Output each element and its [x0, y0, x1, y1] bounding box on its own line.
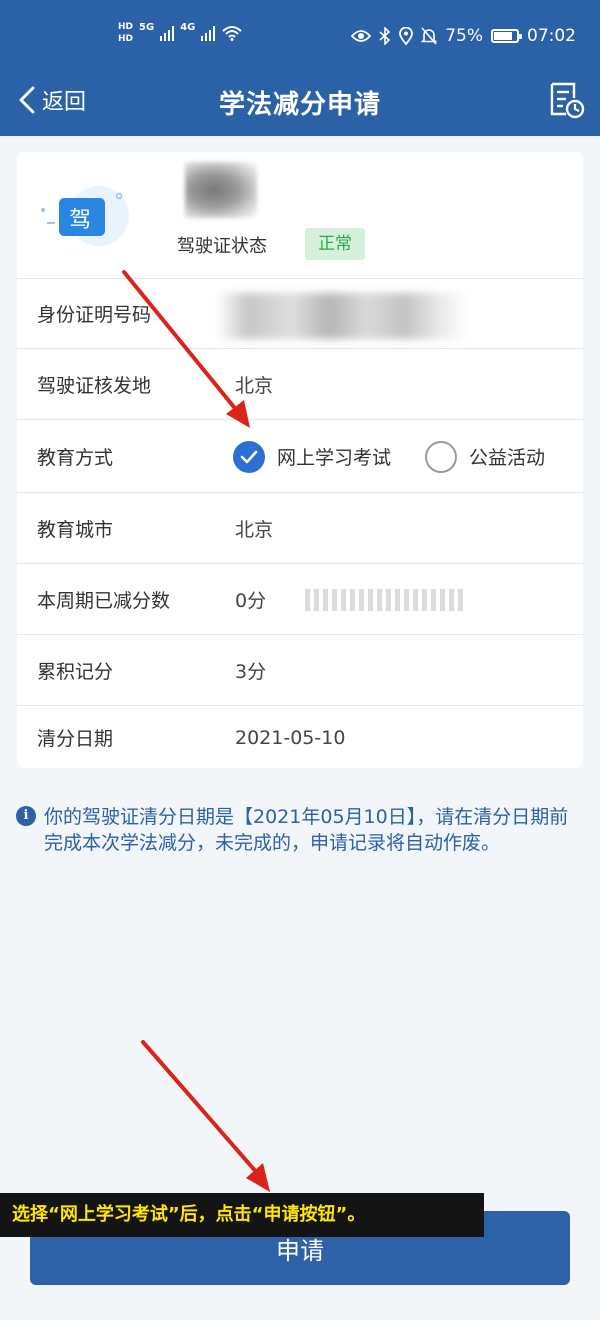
signal-indicators: HD HD 5G 4G [118, 22, 243, 44]
hd-indicator: HD HD [118, 22, 133, 44]
education-city-value: 北京 [235, 519, 274, 541]
radio-empty-icon [425, 440, 457, 473]
signal-bars-icon-2 [201, 25, 216, 41]
license-info-card: 驾 驾驶证状态 正常 身份证明号码 驾驶证核发地 北京 教育方式 网上学习考试 … [17, 152, 583, 768]
notice-text: 你的驾驶证清分日期是【2021年05月10日】，请在清分日期前完成本次学法减分，… [44, 806, 569, 854]
tutorial-caption: 选择“网上学习考试”后，点击“申请按钮”。 [0, 1193, 484, 1237]
row-period-deducted: 本周期已减分数 0分 [17, 565, 583, 635]
clock: 07:02 [527, 26, 576, 46]
period-deducted-value: 0分 [235, 590, 267, 612]
license-status-label: 驾驶证状态 [177, 236, 267, 257]
online-study-label: 网上学习考试 [277, 447, 392, 469]
license-icon-char: 驾 [69, 208, 92, 233]
driver-license-icon: 驾 [37, 182, 147, 254]
page-title: 学法减分申请 [218, 90, 381, 120]
total-points-value: 3分 [235, 661, 267, 683]
info-icon: i [16, 806, 36, 826]
bluetooth-icon [379, 27, 391, 45]
wifi-icon [222, 26, 243, 41]
education-city-label: 教育城市 [37, 519, 114, 541]
eye-icon [351, 30, 372, 42]
redacted-id-number [217, 293, 467, 339]
battery-icon [491, 29, 522, 43]
status-bar: HD HD 5G 4G 75% 07:02 [0, 0, 600, 72]
redacted-strip [305, 589, 467, 611]
system-indicators: 75% 07:02 [351, 26, 576, 46]
notice: i 你的驾驶证清分日期是【2021年05月10日】，请在清分日期前完成本次学法减… [16, 804, 586, 856]
status-badge: 正常 [305, 228, 365, 260]
radio-online-study[interactable]: 网上学习考试 [233, 440, 392, 473]
issue-place-label: 驾驶证核发地 [37, 375, 152, 397]
issue-place-value: 北京 [235, 375, 274, 397]
hd-top-text: HD [118, 22, 134, 32]
arrow-to-apply-button [141, 1040, 270, 1192]
row-clear-date: 清分日期 2021-05-10 [17, 707, 583, 768]
location-icon [399, 27, 414, 45]
row-issue-place: 驾驶证核发地 北京 [17, 350, 583, 420]
license-header: 驾 驾驶证状态 正常 [17, 152, 583, 279]
battery-fill [494, 32, 512, 40]
period-deducted-label: 本周期已减分数 [37, 590, 171, 612]
clear-date-label: 清分日期 [37, 728, 114, 750]
clear-date-value: 2021-05-10 [235, 726, 346, 749]
total-points-label: 累积记分 [37, 661, 114, 683]
redacted-name [185, 162, 257, 218]
signal-bars-icon [160, 25, 175, 41]
row-education-city: 教育城市 北京 [17, 494, 583, 564]
network-5g-label: 5G [139, 22, 155, 33]
radio-public-activity[interactable]: 公益活动 [425, 440, 546, 473]
battery-percent: 75% [445, 26, 483, 46]
id-number-label: 身份证明号码 [37, 304, 152, 326]
public-activity-label: 公益活动 [469, 447, 546, 469]
nav-bar: 返回 学法减分申请 [0, 72, 600, 136]
network-4g-label: 4G [180, 22, 196, 33]
mute-bell-icon [421, 27, 438, 45]
row-id-number: 身份证明号码 [17, 279, 583, 349]
hd-bottom-text: HD [118, 34, 134, 44]
record-history-icon[interactable] [546, 80, 586, 120]
row-education-method: 教育方式 网上学习考试 公益活动 [17, 421, 583, 493]
education-method-label: 教育方式 [37, 447, 114, 469]
row-total-points: 累积记分 3分 [17, 636, 583, 706]
check-icon [233, 440, 265, 473]
